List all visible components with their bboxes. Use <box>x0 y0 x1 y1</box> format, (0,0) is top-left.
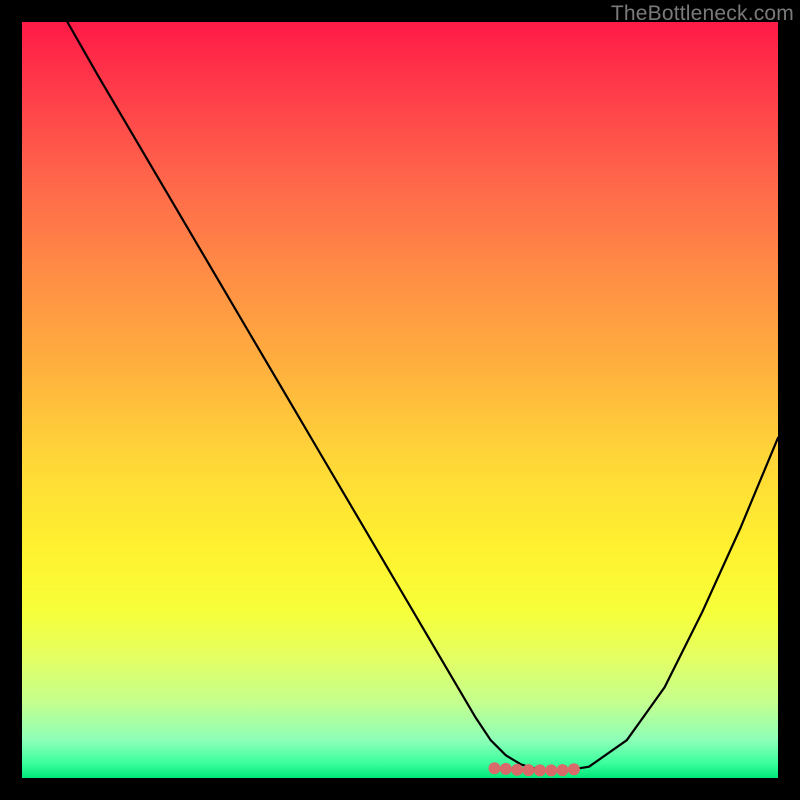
watermark-text: TheBottleneck.com <box>611 2 794 26</box>
min-dot <box>557 764 569 776</box>
min-dot <box>545 764 557 776</box>
min-dot <box>511 764 523 776</box>
chart-svg <box>22 22 778 778</box>
bottleneck-curve <box>67 22 778 770</box>
min-dot <box>489 762 501 774</box>
chart-plot-area <box>22 22 778 778</box>
min-dot <box>534 764 546 776</box>
minimum-dots <box>489 762 580 776</box>
min-dot <box>500 763 512 775</box>
chart-frame: TheBottleneck.com <box>0 0 800 800</box>
min-dot <box>523 764 535 776</box>
min-dot <box>568 763 580 775</box>
